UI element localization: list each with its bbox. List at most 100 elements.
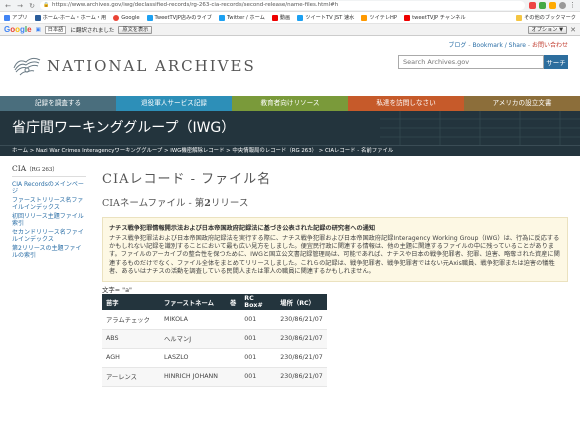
cell-location: 230/86/21/07	[276, 310, 327, 330]
site-search: サーチ	[398, 55, 568, 69]
cell-volume	[226, 329, 241, 349]
table-row: アラムチェック MIKOLA 001 230/86/21/07	[102, 310, 327, 330]
cell-rc-box: 001	[240, 367, 277, 387]
translate-icon: ▣	[35, 26, 41, 33]
researcher-notice: ナチス戦争犯罪情報開示法および日本帝国政府記録法に基づき公表された記録の研究者へ…	[102, 217, 568, 283]
google-logo: Google	[4, 25, 32, 34]
extension-icon[interactable]	[529, 2, 536, 9]
main-content: CIAレコード - ファイル名 CIAネームファイル - 第2リリース ナチス戦…	[92, 156, 580, 387]
nav-item-veterans[interactable]: 退役軍人サービス記録	[116, 96, 232, 111]
table-header-row: 苗字 ファーストネーム 巻 RC Box# 場所（RC）	[102, 294, 327, 311]
folder-icon	[516, 14, 523, 21]
main-nav: 記録を調査する 退役軍人サービス記録 教育者向けリソース 私達を訪問しなさい ア…	[0, 96, 580, 111]
bookmark-item[interactable]: tweetTVJP チャンネル	[404, 14, 466, 21]
extension-icon[interactable]	[549, 2, 556, 9]
table-row: AGH LASZLO 001 230/86/21/07	[102, 348, 327, 368]
profile-avatar[interactable]	[559, 2, 566, 9]
bookmarks-bar: アプリ ホーム-ホーム・ホーム・用 Google TweetTVJP店みのライブ…	[0, 12, 580, 24]
letter-label: 文字= "a"	[102, 286, 132, 295]
bookmark-favicon-icon	[297, 14, 304, 21]
cell-rc-box: 001	[240, 348, 277, 368]
column-header-volume: 巻	[226, 294, 241, 311]
table-row: アーレンス HINRICH JOHANN 001 230/86/21/07	[102, 367, 327, 387]
cell-surname[interactable]: アラムチェック	[102, 310, 160, 330]
other-bookmarks[interactable]: その他のブックマーク	[516, 14, 576, 21]
bookmark-apps[interactable]: アプリ	[4, 14, 28, 21]
cell-first-name: HINRICH JOHANN	[160, 367, 226, 387]
lock-icon: 🔒	[43, 2, 50, 8]
reload-icon[interactable]: ↻	[28, 2, 36, 10]
blog-link[interactable]: ブログ	[448, 42, 466, 49]
youtube-icon	[404, 14, 411, 21]
browser-address-bar: ← → ↻ 🔒 https://www.archives.gov/iwg/dec…	[0, 0, 580, 12]
nav-item-research[interactable]: 記録を調査する	[0, 96, 116, 111]
column-header-rc-box: RC Box#	[240, 294, 277, 311]
nav-item-visit[interactable]: 私達を訪問しなさい	[348, 96, 464, 111]
sidebar-link-second-subject-index[interactable]: 第2リリースの主題ファイルの索引	[12, 245, 86, 259]
bookmark-item[interactable]: ツイテレHP	[361, 14, 397, 21]
forward-icon[interactable]: →	[16, 2, 24, 10]
sidebar-link-first-subject-index[interactable]: 初回リリース主題ファイル索引	[12, 213, 86, 227]
bookmark-video[interactable]: 動画	[271, 14, 290, 21]
show-original-button[interactable]: 原文を表示	[118, 25, 153, 34]
contact-link[interactable]: お問い合わせ	[532, 42, 568, 49]
apps-icon	[4, 14, 10, 21]
cell-first-name: LASZLO	[160, 348, 226, 368]
cell-volume	[226, 367, 241, 387]
search-input[interactable]	[398, 55, 544, 69]
top-links: ブログ - Bookmark / Share - お問い合わせ	[448, 40, 568, 49]
bookmark-item[interactable]: ツイートTV JST 速水	[297, 14, 354, 21]
cell-first-name: MIKOLA	[160, 310, 226, 330]
cell-location: 230/86/21/07	[276, 367, 327, 387]
sidebar-link-first-name-index[interactable]: ファーストリリース名ファイルインデックス	[12, 197, 86, 211]
column-header-surname: 苗字	[102, 294, 160, 311]
cell-first-name: ヘルマンJ	[160, 329, 226, 349]
breadcrumb[interactable]: ホーム > Nazi War Crimes Interagencyワーキンググル…	[0, 145, 580, 156]
content-title: CIAレコード - ファイル名	[102, 172, 272, 187]
bookmark-favicon-icon	[34, 14, 41, 21]
menu-icon[interactable]: ⋮	[569, 2, 576, 9]
name-files-table: 苗字 ファーストネーム 巻 RC Box# 場所（RC） アラムチェック MIK…	[102, 294, 327, 387]
sidebar-link-cia-main[interactable]: CIA Recordsのメインページ	[12, 181, 86, 195]
search-button[interactable]: サーチ	[544, 55, 568, 69]
nav-item-founding-docs[interactable]: アメリカの設立文書	[464, 96, 580, 111]
notice-body: ナチス戦争犯罪法および日本帝国政府記録法を実行する際に、ナチス戦争犯罪および日本…	[109, 235, 560, 275]
sidebar-heading: CIA（RG 263）	[12, 164, 86, 177]
bookmark-twitter[interactable]: Twitter / ホーム	[219, 14, 265, 21]
cell-surname[interactable]: ABS	[102, 329, 160, 349]
options-button[interactable]: オプション ▼	[527, 25, 568, 34]
national-archives-logo[interactable]: NATIONAL ARCHIVES	[12, 54, 256, 78]
site-header: NATIONAL ARCHIVES ブログ - Bookmark / Share…	[0, 36, 580, 96]
google-icon	[113, 14, 120, 21]
page-title: 省庁間ワーキンググループ（IWG）	[12, 120, 236, 136]
url-field[interactable]: 🔒 https://www.archives.gov/iwg/declassif…	[40, 1, 525, 10]
table-row: ABS ヘルマンJ 001 230/86/21/07	[102, 329, 327, 349]
column-header-location: 場所（RC）	[276, 294, 327, 311]
cell-rc-box: 001	[240, 310, 277, 330]
bookmark-favicon-icon	[361, 14, 368, 21]
bookmark-google[interactable]: Google	[113, 14, 140, 21]
cell-location: 230/86/21/07	[276, 329, 327, 349]
notice-title: ナチス戦争犯罪情報開示法および日本帝国政府記録法に基づき公表された記録の研究者へ…	[109, 225, 376, 232]
close-icon[interactable]: ✕	[570, 26, 576, 34]
youtube-icon	[271, 14, 278, 21]
back-icon[interactable]: ←	[4, 2, 12, 10]
language-select[interactable]: 日本語	[44, 25, 67, 34]
extension-icons: ⋮	[529, 2, 576, 9]
nav-item-educators[interactable]: 教育者向けリソース	[232, 96, 348, 111]
bookmark-item[interactable]: ホーム-ホーム・ホーム・用	[34, 14, 106, 21]
sidebar-link-second-name-index[interactable]: セカンドリリース名ファイルインデックス	[12, 229, 86, 243]
cell-volume	[226, 348, 241, 368]
sidebar: CIA（RG 263） CIA Recordsのメインページ ファーストリリース…	[0, 156, 92, 387]
cell-surname[interactable]: アーレンス	[102, 367, 160, 387]
page-banner: 省庁間ワーキンググループ（IWG）	[0, 111, 580, 145]
translate-message: に翻訳されました	[70, 27, 115, 34]
cell-rc-box: 001	[240, 329, 277, 349]
cell-surname[interactable]: AGH	[102, 348, 160, 368]
bookmark-share-link[interactable]: Bookmark / Share	[472, 42, 526, 49]
twitter-icon	[219, 14, 225, 21]
cell-volume	[226, 310, 241, 330]
bookmark-item[interactable]: TweetTVJP店みのライブ	[146, 14, 212, 21]
extension-icon[interactable]	[539, 2, 546, 9]
url-text: https://www.archives.gov/iwg/declassifie…	[52, 2, 339, 8]
